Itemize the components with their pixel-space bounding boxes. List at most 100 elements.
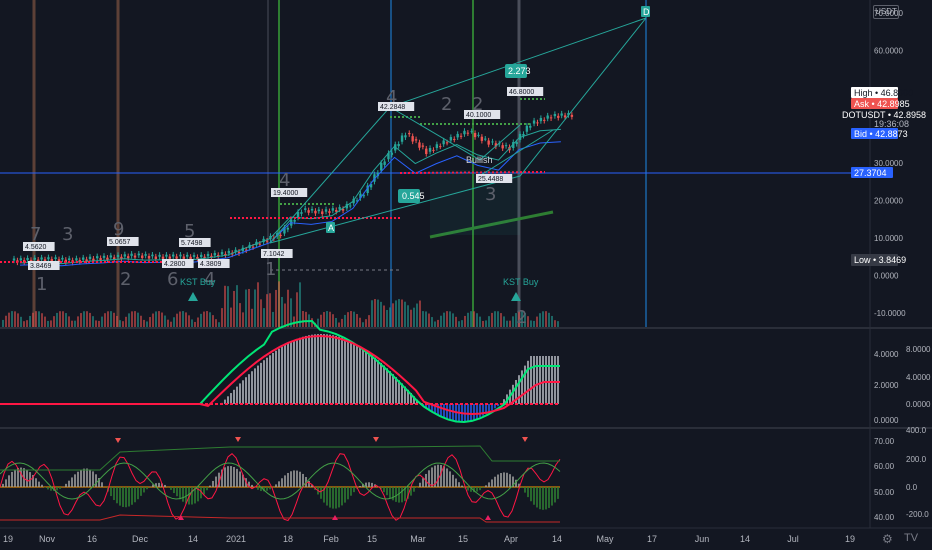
volume-bar [233,290,235,327]
volume-bar [101,316,103,327]
volume-bar [347,312,349,327]
rsi-hist-bar [278,481,280,487]
rsi-hist-bar [437,464,439,487]
macd-hist-bar [320,334,322,404]
volume-bar [386,309,388,327]
volume-bar [179,311,181,327]
candle-body [501,145,504,149]
candle-body [563,115,567,118]
rsi-hist-bar [353,487,355,493]
candle-body [400,135,404,142]
macd-hist-bar [326,334,328,404]
rsi-tick: -200.0 [906,510,929,519]
rsi-hist-bar [5,479,7,487]
macd-tick: 0.0000 [874,416,899,425]
wave-label: 6 [167,269,178,290]
macd-hist-bar [242,380,244,404]
candle-body [335,210,338,212]
macd-hist-bar [296,338,298,404]
rsi-hist-bar [191,487,193,505]
rsi-tick: 60.00 [874,462,895,471]
volume-bar [77,316,79,327]
candle-body [328,211,331,213]
currency-badge[interactable]: USDT [873,5,899,19]
volume-bar [47,320,49,327]
price-tick: 10.0000 [874,234,903,243]
volume-bar [341,318,343,327]
candle-body [428,148,432,152]
candle-body [26,258,29,260]
value-label: 7.1042 [263,251,285,258]
candle-body [293,220,296,222]
volume-bar [26,320,28,327]
rsi-hist-bar [74,474,76,487]
volume-bar [446,311,448,327]
candle-body [466,132,470,134]
tradingview-logo[interactable]: TV [904,532,918,544]
rsi-hist-bar [542,487,544,510]
candle-body [12,258,16,261]
volume-bar [167,319,169,327]
volume-bar [530,320,532,327]
rsi-hist-bar [350,487,352,496]
rsi-hist-bar [452,474,454,487]
volume-bar [14,311,16,327]
volume-bar [134,311,136,327]
volume-bar [41,313,43,327]
rsi-hist-bar [137,487,139,500]
volume-bar [335,317,337,327]
volume-bar [221,308,223,327]
volume-bar [176,313,178,327]
rsi-hist-bar [479,487,481,491]
volume-bar [404,301,406,327]
macd-hist-bar [290,341,292,404]
rsi-hist-bar [467,487,469,491]
rsi-hist-bar [335,487,337,509]
rsi-hist-bar [287,472,289,487]
macd-hist-bar [350,341,352,404]
candle-body [473,133,477,138]
rsi-hist-bar [344,487,346,503]
volume-bar [194,321,196,327]
candle-body [560,113,563,116]
volume-bar [494,311,496,327]
candle-body [543,119,546,121]
rsi-hist-bar [296,470,298,487]
volume-bar [536,316,538,327]
volume-bar [230,307,232,327]
wave-label: 4 [279,170,290,191]
candle-body [200,254,203,258]
candle-body [286,227,290,230]
candle-body [68,258,71,260]
candle-body [172,254,175,257]
volume-bar [482,320,484,327]
candle-body [182,256,186,259]
candle-body [515,142,518,144]
rsi-upper-band [0,445,560,471]
macd-hist-bar [551,356,553,404]
rsi-hist-bar [476,487,478,492]
macd-hist-bar [359,346,361,404]
time-tick: Apr [504,534,518,544]
rsi-hist-bar [329,487,331,508]
gear-icon[interactable]: ⚙ [882,532,893,546]
rsi-hist-bar [122,487,124,507]
candle-body [50,259,54,262]
macd-hist-bar [287,343,289,404]
candle-body [189,256,192,260]
volume-bar [449,311,451,327]
rsi-hist-bar [119,487,121,506]
macd-hist-bar [248,374,250,404]
candle-body [456,133,459,138]
buy-marker [485,515,491,520]
macd-hist-bar [281,346,283,404]
bid-tag: Bid • 42.8873 [854,129,908,139]
candle-body [106,257,109,260]
candle-body [408,133,411,135]
macd-hist-bar [272,352,274,404]
candle-body [116,254,120,258]
volume-bar [185,312,187,327]
candle-body [532,120,536,124]
rsi-hist-bar [239,471,241,487]
last-price-time: 19:36:08 [874,119,909,129]
